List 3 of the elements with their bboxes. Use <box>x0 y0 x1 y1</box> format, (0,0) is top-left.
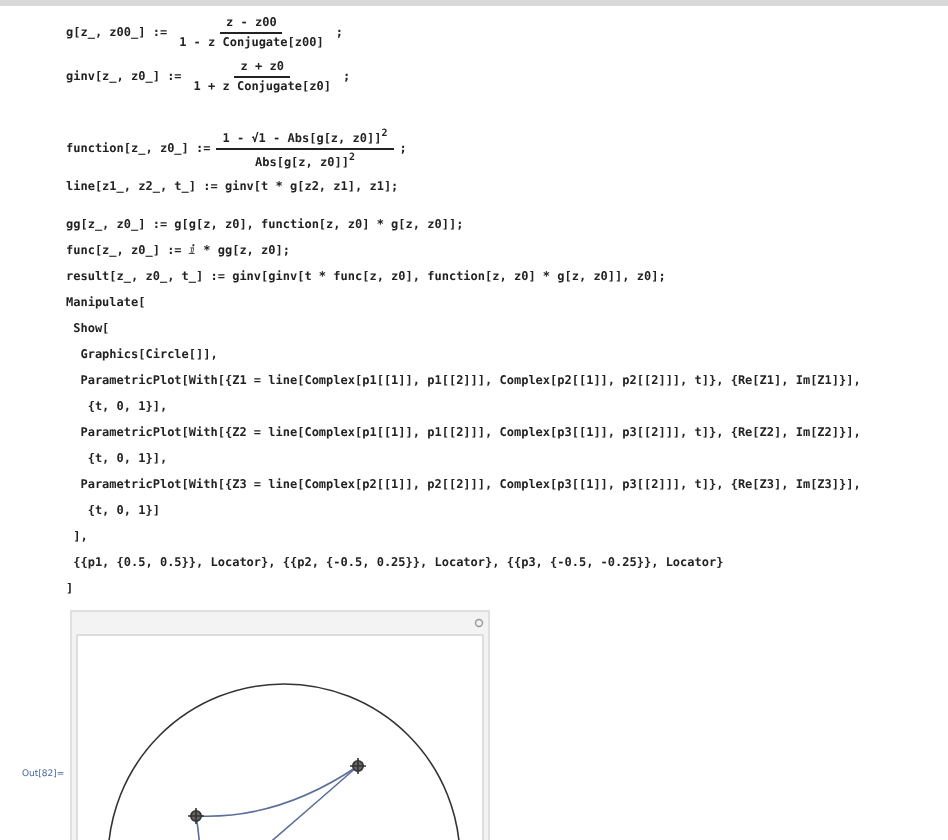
settings-icon[interactable] <box>474 618 484 628</box>
locator-handle[interactable] <box>349 757 367 775</box>
locator-handle[interactable] <box>187 807 205 825</box>
